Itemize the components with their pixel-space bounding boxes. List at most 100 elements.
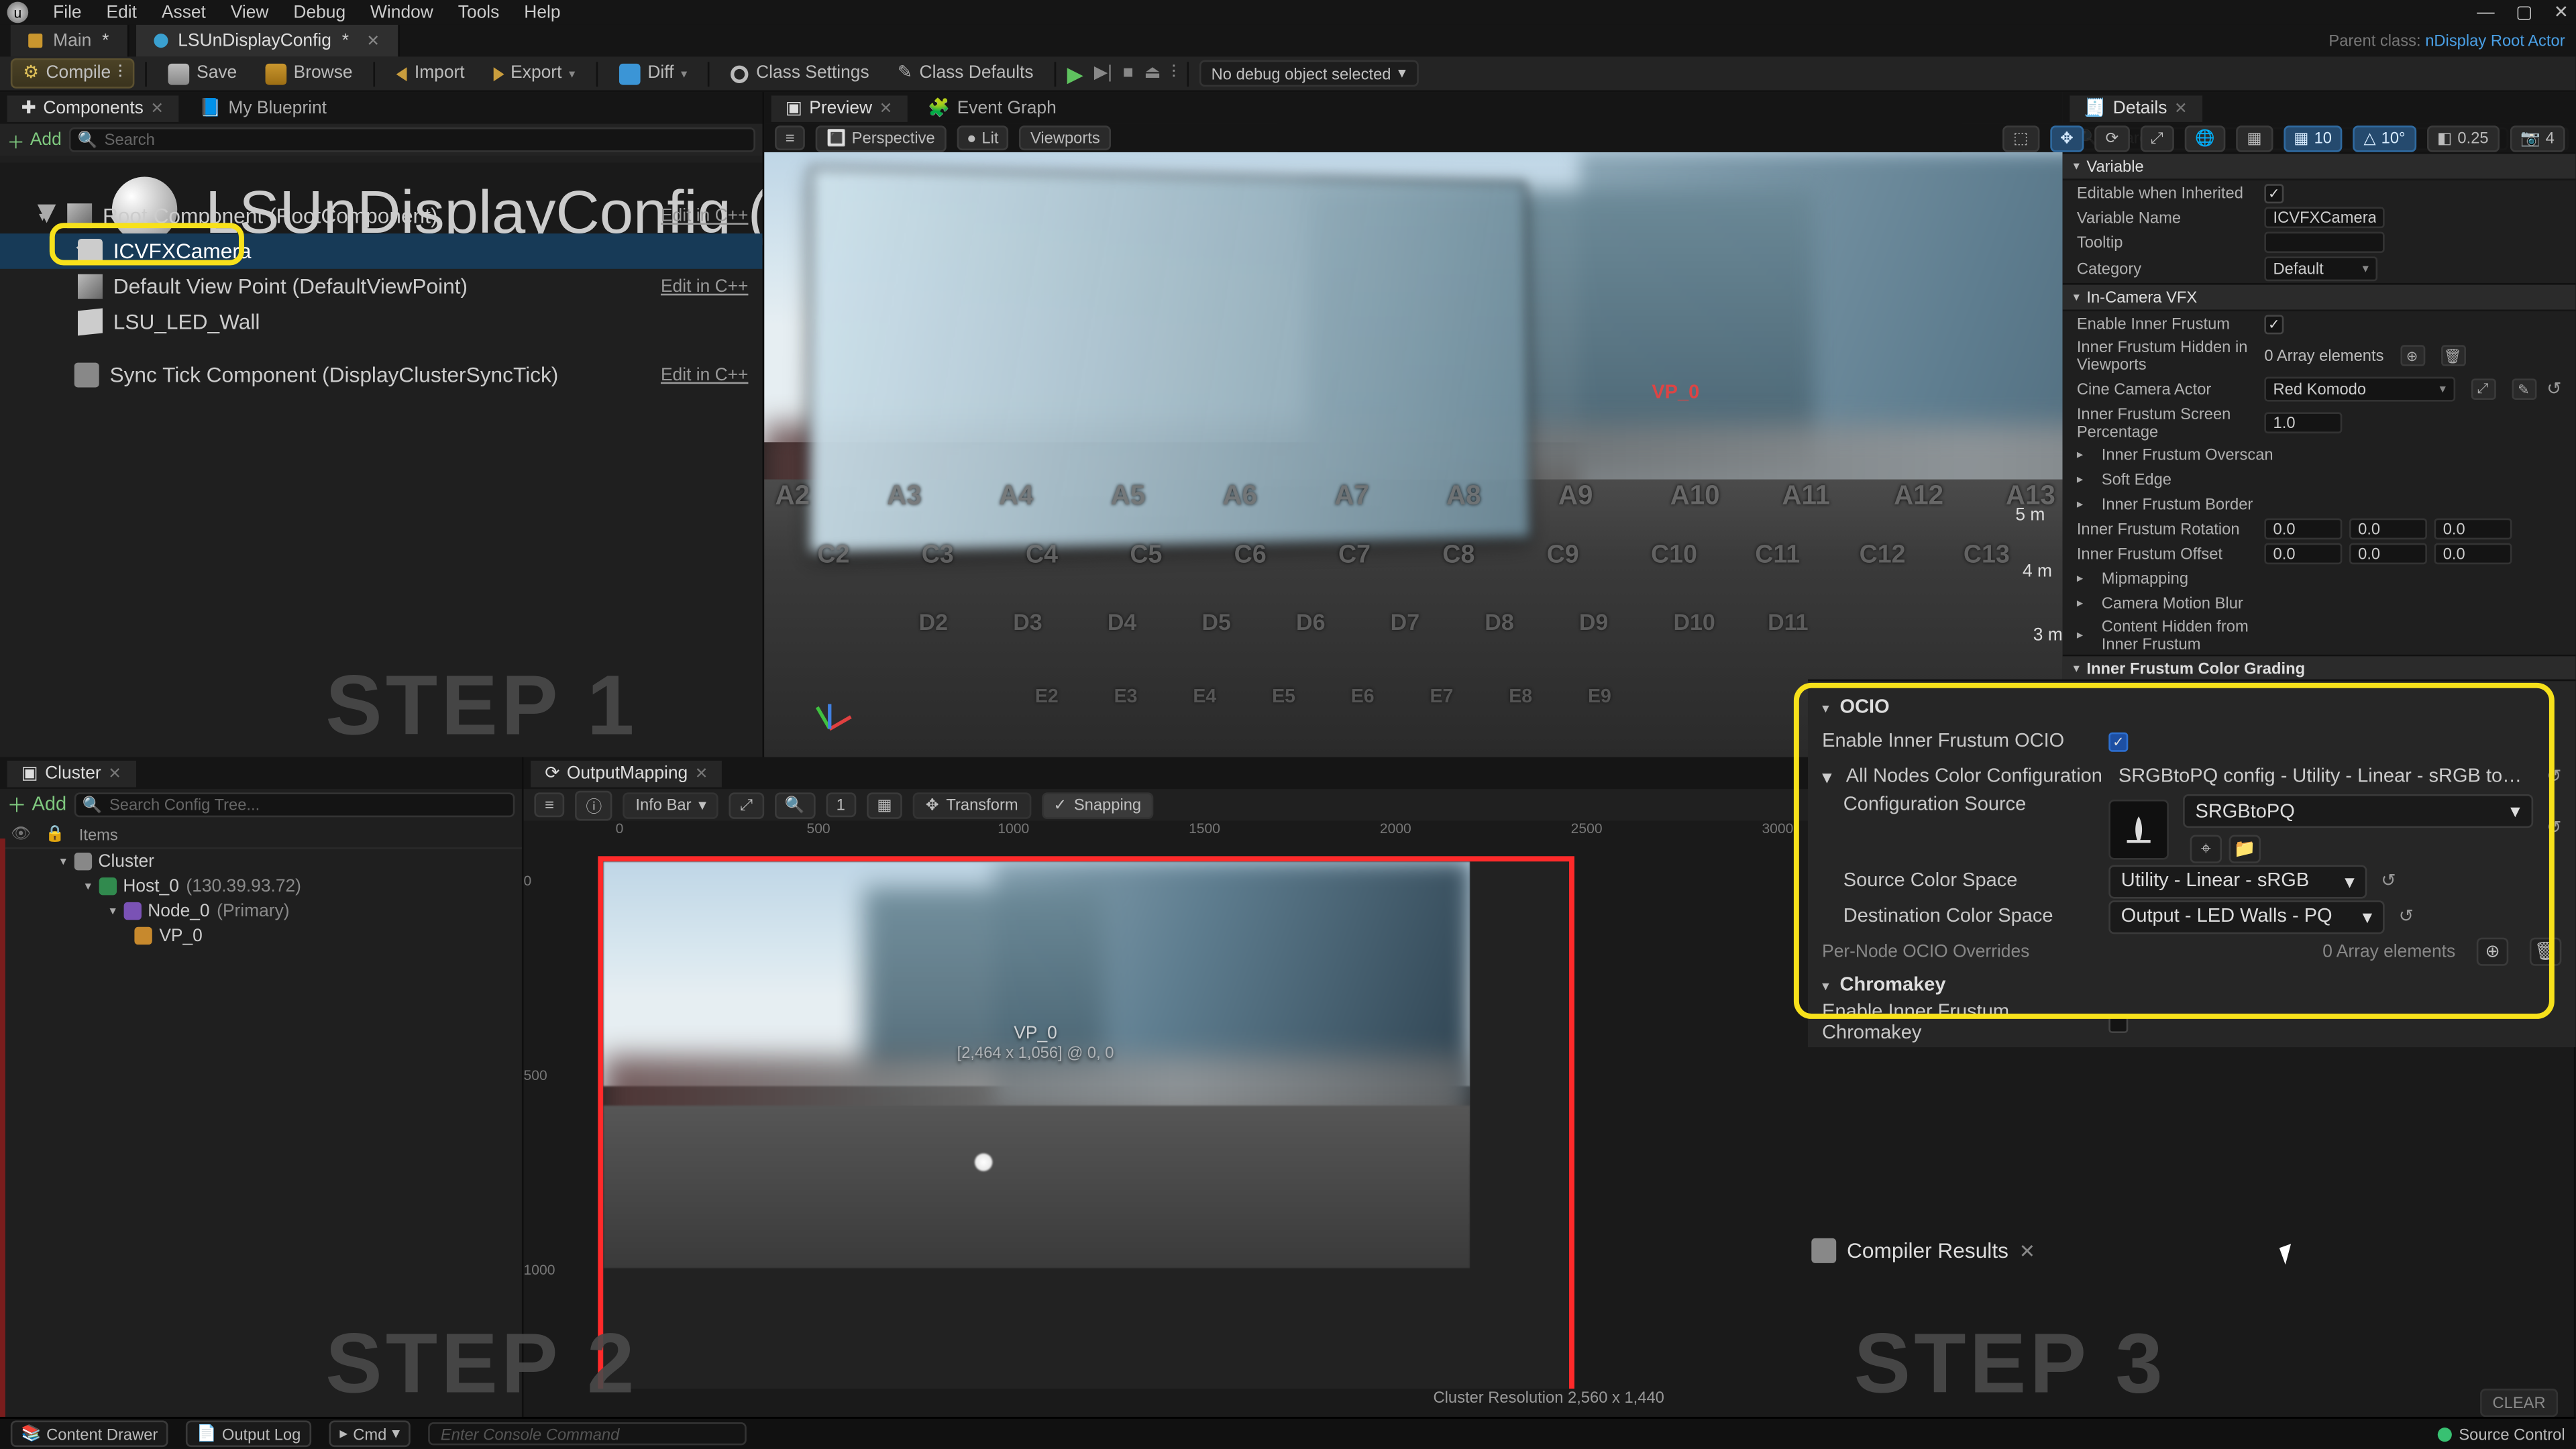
om-fit-icon[interactable]: ⤢ — [729, 792, 763, 818]
menu-asset[interactable]: Asset — [162, 3, 206, 22]
om-zoom-icon[interactable]: 🔍 — [774, 792, 815, 818]
surface-snap-icon[interactable]: ▦ — [2236, 125, 2272, 152]
component-default-view-point[interactable]: Default View Point (DefaultViewPoint)Edi… — [0, 269, 763, 305]
select-mode-icon[interactable]: ⬚ — [2002, 125, 2039, 152]
diff-button[interactable]: Diff▾ — [608, 59, 698, 87]
tab-close-icon[interactable]: ✕ — [150, 98, 164, 117]
close-icon[interactable]: ✕ — [2554, 3, 2569, 22]
cluster-viewport[interactable]: VP_0 — [0, 924, 522, 949]
browse-button[interactable]: Browse — [255, 59, 364, 87]
tab-preview[interactable]: ▣ Preview✕ — [771, 95, 907, 121]
eject-icon[interactable]: ⏏ — [1144, 64, 1161, 83]
menu-tools[interactable]: Tools — [458, 3, 500, 22]
config-source-dropdown[interactable]: SRGBtoPQ▾ — [2183, 794, 2532, 828]
export-button[interactable]: Export▾ — [482, 60, 586, 87]
open-folder-icon[interactable]: 📁 — [2229, 835, 2261, 863]
edit-cpp-link[interactable]: Edit in C++ — [661, 366, 748, 385]
om-options-icon[interactable]: ≡ — [534, 792, 565, 817]
om-info-bar[interactable]: Info Bar ▾ — [623, 792, 719, 818]
cluster-search-input[interactable]: 🔍Search Config Tree... — [74, 792, 515, 817]
category-color-grading[interactable]: ▾Inner Frustum Color Grading — [2063, 655, 2576, 683]
tab-close-icon[interactable]: ✕ — [2174, 98, 2188, 117]
menu-window[interactable]: Window — [370, 3, 433, 22]
editable-inherited-checkbox[interactable] — [2264, 183, 2284, 203]
stop-icon[interactable]: ■ — [1123, 64, 1134, 83]
array-clear-icon[interactable]: 🗑 — [2440, 345, 2465, 366]
variable-name-input[interactable] — [2264, 207, 2384, 229]
cluster-root[interactable]: ▾Cluster — [0, 849, 522, 874]
off-x[interactable] — [2264, 543, 2342, 565]
config-asset-thumb[interactable] — [2108, 799, 2169, 859]
edit-cpp-link[interactable]: Edit in C++ — [661, 206, 748, 225]
off-y[interactable] — [2349, 543, 2427, 565]
enable-inner-frustum-checkbox[interactable] — [2264, 314, 2284, 333]
menu-debug[interactable]: Debug — [293, 3, 345, 22]
output-log-button[interactable]: 📄 Output Log — [186, 1421, 312, 1448]
tab-main[interactable]: Main* — [11, 25, 129, 56]
world-local-icon[interactable]: 🌐 — [2184, 125, 2225, 152]
scale-snap-value[interactable]: ◧ 0.25 — [2426, 125, 2499, 152]
angle-snap-value[interactable]: △ 10° — [2353, 125, 2416, 152]
cluster-host[interactable]: ▾Host_0 (130.39.93.72) — [0, 874, 522, 899]
browse-to-asset-icon[interactable]: ⌖ — [2190, 835, 2222, 863]
source-color-dropdown[interactable]: Utility - Linear - sRGB▾ — [2108, 864, 2367, 898]
tab-close-icon[interactable]: ✕ — [2019, 1239, 2035, 1262]
pick-icon[interactable]: ✎ — [2512, 378, 2536, 400]
reset-icon[interactable]: ↺ — [2399, 906, 2414, 926]
viewports-button[interactable]: Viewports — [1020, 125, 1110, 150]
camera-speed-value[interactable]: 📷 4 — [2510, 125, 2565, 152]
off-z[interactable] — [2434, 543, 2512, 565]
edit-cpp-link[interactable]: Edit in C++ — [661, 277, 748, 297]
array-add-icon[interactable]: ⊕ — [2477, 938, 2508, 966]
use-selected-icon[interactable]: ⤢ — [2471, 378, 2496, 400]
tab-components[interactable]: ✚ Components✕ — [7, 95, 178, 121]
compile-button[interactable]: ⚙Compile⫶ — [11, 58, 135, 89]
component-icvfx-camera[interactable]: ICVFXCamera — [0, 233, 763, 269]
category-variable[interactable]: ▾Variable — [2063, 152, 2576, 180]
rot-x[interactable] — [2264, 519, 2342, 540]
tab-asset[interactable]: LSUnDisplayConfig* ✕ — [136, 25, 399, 56]
viewport-region[interactable] — [603, 861, 1470, 1269]
reset-icon[interactable]: ↺ — [2546, 767, 2561, 786]
cine-camera-dropdown[interactable]: Red Komodo▾ — [2264, 377, 2455, 402]
console-command-input[interactable]: Enter Console Command — [428, 1422, 747, 1445]
minimize-icon[interactable]: — — [2477, 3, 2494, 22]
import-button[interactable]: Import — [386, 60, 476, 87]
rot-z[interactable] — [2434, 519, 2512, 540]
enable-chromakey-checkbox[interactable] — [2108, 1013, 2128, 1032]
source-control-button[interactable]: Source Control — [2438, 1425, 2565, 1442]
chromakey-header[interactable]: ▾Chromakey — [1822, 969, 2561, 1001]
content-drawer-button[interactable]: 📚 Content Drawer — [11, 1421, 168, 1448]
cmd-type-select[interactable]: ▸ Cmd ▾ — [329, 1421, 411, 1448]
rotate-mode-icon[interactable]: ⟳ — [2095, 125, 2130, 152]
tooltip-input[interactable] — [2264, 231, 2384, 253]
components-search-input[interactable]: 🔍Search — [68, 127, 755, 152]
tab-my-blueprint[interactable]: 📘 My Blueprint — [185, 95, 341, 121]
rot-y[interactable] — [2349, 519, 2427, 540]
parent-class-link[interactable]: nDisplay Root Actor — [2425, 32, 2565, 49]
scale-mode-icon[interactable]: ⤢ — [2140, 125, 2174, 152]
perspective-button[interactable]: 🔳 Perspective — [816, 125, 945, 152]
cluster-resolution-frame[interactable]: VP_0 [2,464 x 1,056] @ 0, 0 — [598, 856, 1574, 1389]
om-info-icon[interactable]: ⓘ — [576, 790, 612, 820]
component-root-scene[interactable]: ▾Root Component (RootComponent)Edit in C… — [0, 198, 763, 233]
menu-edit[interactable]: Edit — [107, 3, 137, 22]
tab-close-icon[interactable]: ✕ — [366, 31, 380, 50]
om-transform-button[interactable]: ✥ Transform — [913, 792, 1030, 818]
debug-object-select[interactable]: No debug object selected▾ — [1199, 60, 1418, 87]
maximize-icon[interactable]: ▢ — [2516, 3, 2532, 22]
array-add-icon[interactable]: ⊕ — [2400, 345, 2424, 366]
tab-output-mapping[interactable]: ⟳ OutputMapping✕ — [531, 760, 722, 787]
category-dropdown[interactable]: Default▾ — [2264, 256, 2377, 281]
reset-icon[interactable]: ↺ — [2546, 819, 2561, 839]
reset-icon[interactable]: ↺ — [2546, 380, 2561, 399]
category-icvfx[interactable]: ▾In-Camera VFX — [2063, 283, 2576, 311]
menu-help[interactable]: Help — [524, 3, 560, 22]
menu-view[interactable]: View — [231, 3, 269, 22]
ocio-header[interactable]: ▾OCIO — [1822, 692, 2561, 723]
om-snapping-button[interactable]: ✓ Snapping — [1041, 792, 1154, 818]
component-lsu-led-wall[interactable]: LSU_LED_Wall — [0, 305, 763, 340]
menu-file[interactable]: File — [53, 3, 82, 22]
lit-mode-button[interactable]: ● Lit — [956, 125, 1009, 150]
cluster-node[interactable]: ▾Node_0 (Primary) — [0, 899, 522, 924]
